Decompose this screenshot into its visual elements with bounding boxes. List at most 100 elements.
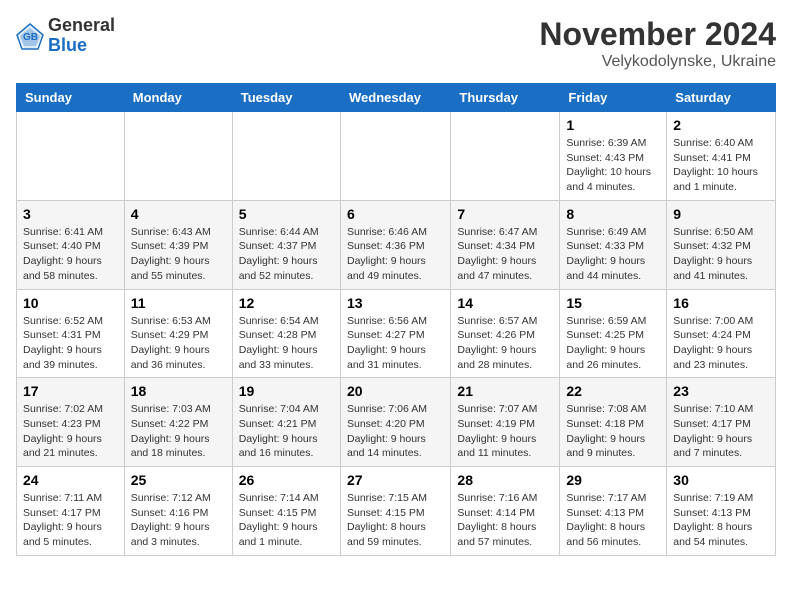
- calendar-cell: [17, 112, 125, 201]
- day-number: 14: [457, 295, 553, 311]
- day-number: 30: [673, 472, 769, 488]
- day-info: Sunrise: 6:39 AMSunset: 4:43 PMDaylight:…: [566, 136, 660, 195]
- day-number: 19: [239, 383, 334, 399]
- column-header-friday: Friday: [560, 84, 667, 112]
- day-number: 26: [239, 472, 334, 488]
- day-number: 22: [566, 383, 660, 399]
- calendar-cell: 25 Sunrise: 7:12 AMSunset: 4:16 PMDayligh…: [124, 467, 232, 556]
- calendar-cell: 20 Sunrise: 7:06 AMSunset: 4:20 PMDayligh…: [340, 378, 450, 467]
- day-number: 15: [566, 295, 660, 311]
- day-number: 29: [566, 472, 660, 488]
- day-number: 9: [673, 206, 769, 222]
- calendar-cell: [124, 112, 232, 201]
- calendar-cell: 13 Sunrise: 6:56 AMSunset: 4:27 PMDayligh…: [340, 289, 450, 378]
- calendar-cell: [232, 112, 340, 201]
- day-info: Sunrise: 7:14 AMSunset: 4:15 PMDaylight:…: [239, 491, 334, 550]
- calendar-cell: 19 Sunrise: 7:04 AMSunset: 4:21 PMDayligh…: [232, 378, 340, 467]
- day-number: 27: [347, 472, 444, 488]
- calendar-week-3: 10 Sunrise: 6:52 AMSunset: 4:31 PMDayligh…: [17, 289, 776, 378]
- day-number: 25: [131, 472, 226, 488]
- day-info: Sunrise: 7:15 AMSunset: 4:15 PMDaylight:…: [347, 491, 444, 550]
- calendar-cell: 15 Sunrise: 6:59 AMSunset: 4:25 PMDayligh…: [560, 289, 667, 378]
- calendar-cell: 5Sunrise: 6:44 AMSunset: 4:37 PMDaylight…: [232, 200, 340, 289]
- day-number: 23: [673, 383, 769, 399]
- day-info: Sunrise: 6:54 AMSunset: 4:28 PMDaylight:…: [239, 314, 334, 373]
- day-info: Sunrise: 6:50 AMSunset: 4:32 PMDaylight:…: [673, 225, 769, 284]
- day-info: Sunrise: 7:16 AMSunset: 4:14 PMDaylight:…: [457, 491, 553, 550]
- calendar-cell: 3 Sunrise: 6:41 AMSunset: 4:40 PMDaylight…: [17, 200, 125, 289]
- day-number: 5: [239, 206, 334, 222]
- day-number: 20: [347, 383, 444, 399]
- day-number: 28: [457, 472, 553, 488]
- day-number: 2: [673, 117, 769, 133]
- day-number: 17: [23, 383, 118, 399]
- day-info: Sunrise: 7:10 AMSunset: 4:17 PMDaylight:…: [673, 402, 769, 461]
- day-info: Sunrise: 7:11 AMSunset: 4:17 PMDaylight:…: [23, 491, 118, 550]
- calendar-cell: 30 Sunrise: 7:19 AMSunset: 4:13 PMDayligh…: [667, 467, 776, 556]
- day-info: Sunrise: 6:40 AMSunset: 4:41 PMDaylight:…: [673, 136, 769, 195]
- calendar-cell: 18 Sunrise: 7:03 AMSunset: 4:22 PMDayligh…: [124, 378, 232, 467]
- calendar-cell: 11Sunrise: 6:53 AMSunset: 4:29 PMDayligh…: [124, 289, 232, 378]
- day-info: Sunrise: 7:02 AMSunset: 4:23 PMDaylight:…: [23, 402, 118, 461]
- day-number: 10: [23, 295, 118, 311]
- calendar-cell: 28 Sunrise: 7:16 AMSunset: 4:14 PMDayligh…: [451, 467, 560, 556]
- day-number: 4: [131, 206, 226, 222]
- logo: GB General Blue: [16, 16, 115, 56]
- column-header-tuesday: Tuesday: [232, 84, 340, 112]
- calendar-cell: 16Sunrise: 7:00 AMSunset: 4:24 PMDayligh…: [667, 289, 776, 378]
- calendar-cell: 9 Sunrise: 6:50 AMSunset: 4:32 PMDaylight…: [667, 200, 776, 289]
- day-number: 6: [347, 206, 444, 222]
- day-number: 1: [566, 117, 660, 133]
- day-info: Sunrise: 7:04 AMSunset: 4:21 PMDaylight:…: [239, 402, 334, 461]
- day-number: 21: [457, 383, 553, 399]
- calendar-cell: 10 Sunrise: 6:52 AMSunset: 4:31 PMDayligh…: [17, 289, 125, 378]
- calendar-cell: 4 Sunrise: 6:43 AMSunset: 4:39 PMDaylight…: [124, 200, 232, 289]
- day-info: Sunrise: 6:59 AMSunset: 4:25 PMDaylight:…: [566, 314, 660, 373]
- header: GB General Blue November 2024 Velykodoly…: [16, 16, 776, 71]
- day-info: Sunrise: 7:12 AMSunset: 4:16 PMDaylight:…: [131, 491, 226, 550]
- day-info: Sunrise: 6:43 AMSunset: 4:39 PMDaylight:…: [131, 225, 226, 284]
- calendar-cell: 14Sunrise: 6:57 AMSunset: 4:26 PMDayligh…: [451, 289, 560, 378]
- svg-text:GB: GB: [23, 32, 38, 43]
- calendar-cell: 6 Sunrise: 6:46 AMSunset: 4:36 PMDaylight…: [340, 200, 450, 289]
- calendar-cell: 8Sunrise: 6:49 AMSunset: 4:33 PMDaylight…: [560, 200, 667, 289]
- day-info: Sunrise: 7:07 AMSunset: 4:19 PMDaylight:…: [457, 402, 553, 461]
- calendar-cell: [340, 112, 450, 201]
- day-info: Sunrise: 6:41 AMSunset: 4:40 PMDaylight:…: [23, 225, 118, 284]
- day-info: Sunrise: 6:52 AMSunset: 4:31 PMDaylight:…: [23, 314, 118, 373]
- day-info: Sunrise: 6:56 AMSunset: 4:27 PMDaylight:…: [347, 314, 444, 373]
- column-header-wednesday: Wednesday: [340, 84, 450, 112]
- calendar-cell: 1 Sunrise: 6:39 AMSunset: 4:43 PMDaylight…: [560, 112, 667, 201]
- day-info: Sunrise: 7:06 AMSunset: 4:20 PMDaylight:…: [347, 402, 444, 461]
- calendar-cell: 22 Sunrise: 7:08 AMSunset: 4:18 PMDayligh…: [560, 378, 667, 467]
- day-number: 16: [673, 295, 769, 311]
- month-title: November 2024: [539, 16, 776, 53]
- calendar-cell: 29 Sunrise: 7:17 AMSunset: 4:13 PMDayligh…: [560, 467, 667, 556]
- day-info: Sunrise: 7:08 AMSunset: 4:18 PMDaylight:…: [566, 402, 660, 461]
- calendar-week-5: 24 Sunrise: 7:11 AMSunset: 4:17 PMDayligh…: [17, 467, 776, 556]
- day-info: Sunrise: 6:47 AMSunset: 4:34 PMDaylight:…: [457, 225, 553, 284]
- day-info: Sunrise: 7:03 AMSunset: 4:22 PMDaylight:…: [131, 402, 226, 461]
- location: Velykodolynske, Ukraine: [539, 53, 776, 71]
- calendar-header-row: SundayMondayTuesdayWednesdayThursdayFrid…: [17, 84, 776, 112]
- title-block: November 2024 Velykodolynske, Ukraine: [539, 16, 776, 71]
- day-info: Sunrise: 7:17 AMSunset: 4:13 PMDaylight:…: [566, 491, 660, 550]
- day-number: 13: [347, 295, 444, 311]
- calendar-cell: 24 Sunrise: 7:11 AMSunset: 4:17 PMDayligh…: [17, 467, 125, 556]
- column-header-thursday: Thursday: [451, 84, 560, 112]
- calendar-week-2: 3 Sunrise: 6:41 AMSunset: 4:40 PMDaylight…: [17, 200, 776, 289]
- day-info: Sunrise: 6:46 AMSunset: 4:36 PMDaylight:…: [347, 225, 444, 284]
- day-number: 24: [23, 472, 118, 488]
- logo-icon: GB: [16, 22, 44, 50]
- calendar-cell: 27 Sunrise: 7:15 AMSunset: 4:15 PMDayligh…: [340, 467, 450, 556]
- day-info: Sunrise: 7:19 AMSunset: 4:13 PMDaylight:…: [673, 491, 769, 550]
- day-info: Sunrise: 6:49 AMSunset: 4:33 PMDaylight:…: [566, 225, 660, 284]
- logo-text: General Blue: [48, 16, 115, 56]
- column-header-monday: Monday: [124, 84, 232, 112]
- day-number: 7: [457, 206, 553, 222]
- day-info: Sunrise: 6:53 AMSunset: 4:29 PMDaylight:…: [131, 314, 226, 373]
- calendar-cell: 2 Sunrise: 6:40 AMSunset: 4:41 PMDaylight…: [667, 112, 776, 201]
- day-number: 3: [23, 206, 118, 222]
- calendar-cell: 21 Sunrise: 7:07 AMSunset: 4:19 PMDayligh…: [451, 378, 560, 467]
- day-number: 18: [131, 383, 226, 399]
